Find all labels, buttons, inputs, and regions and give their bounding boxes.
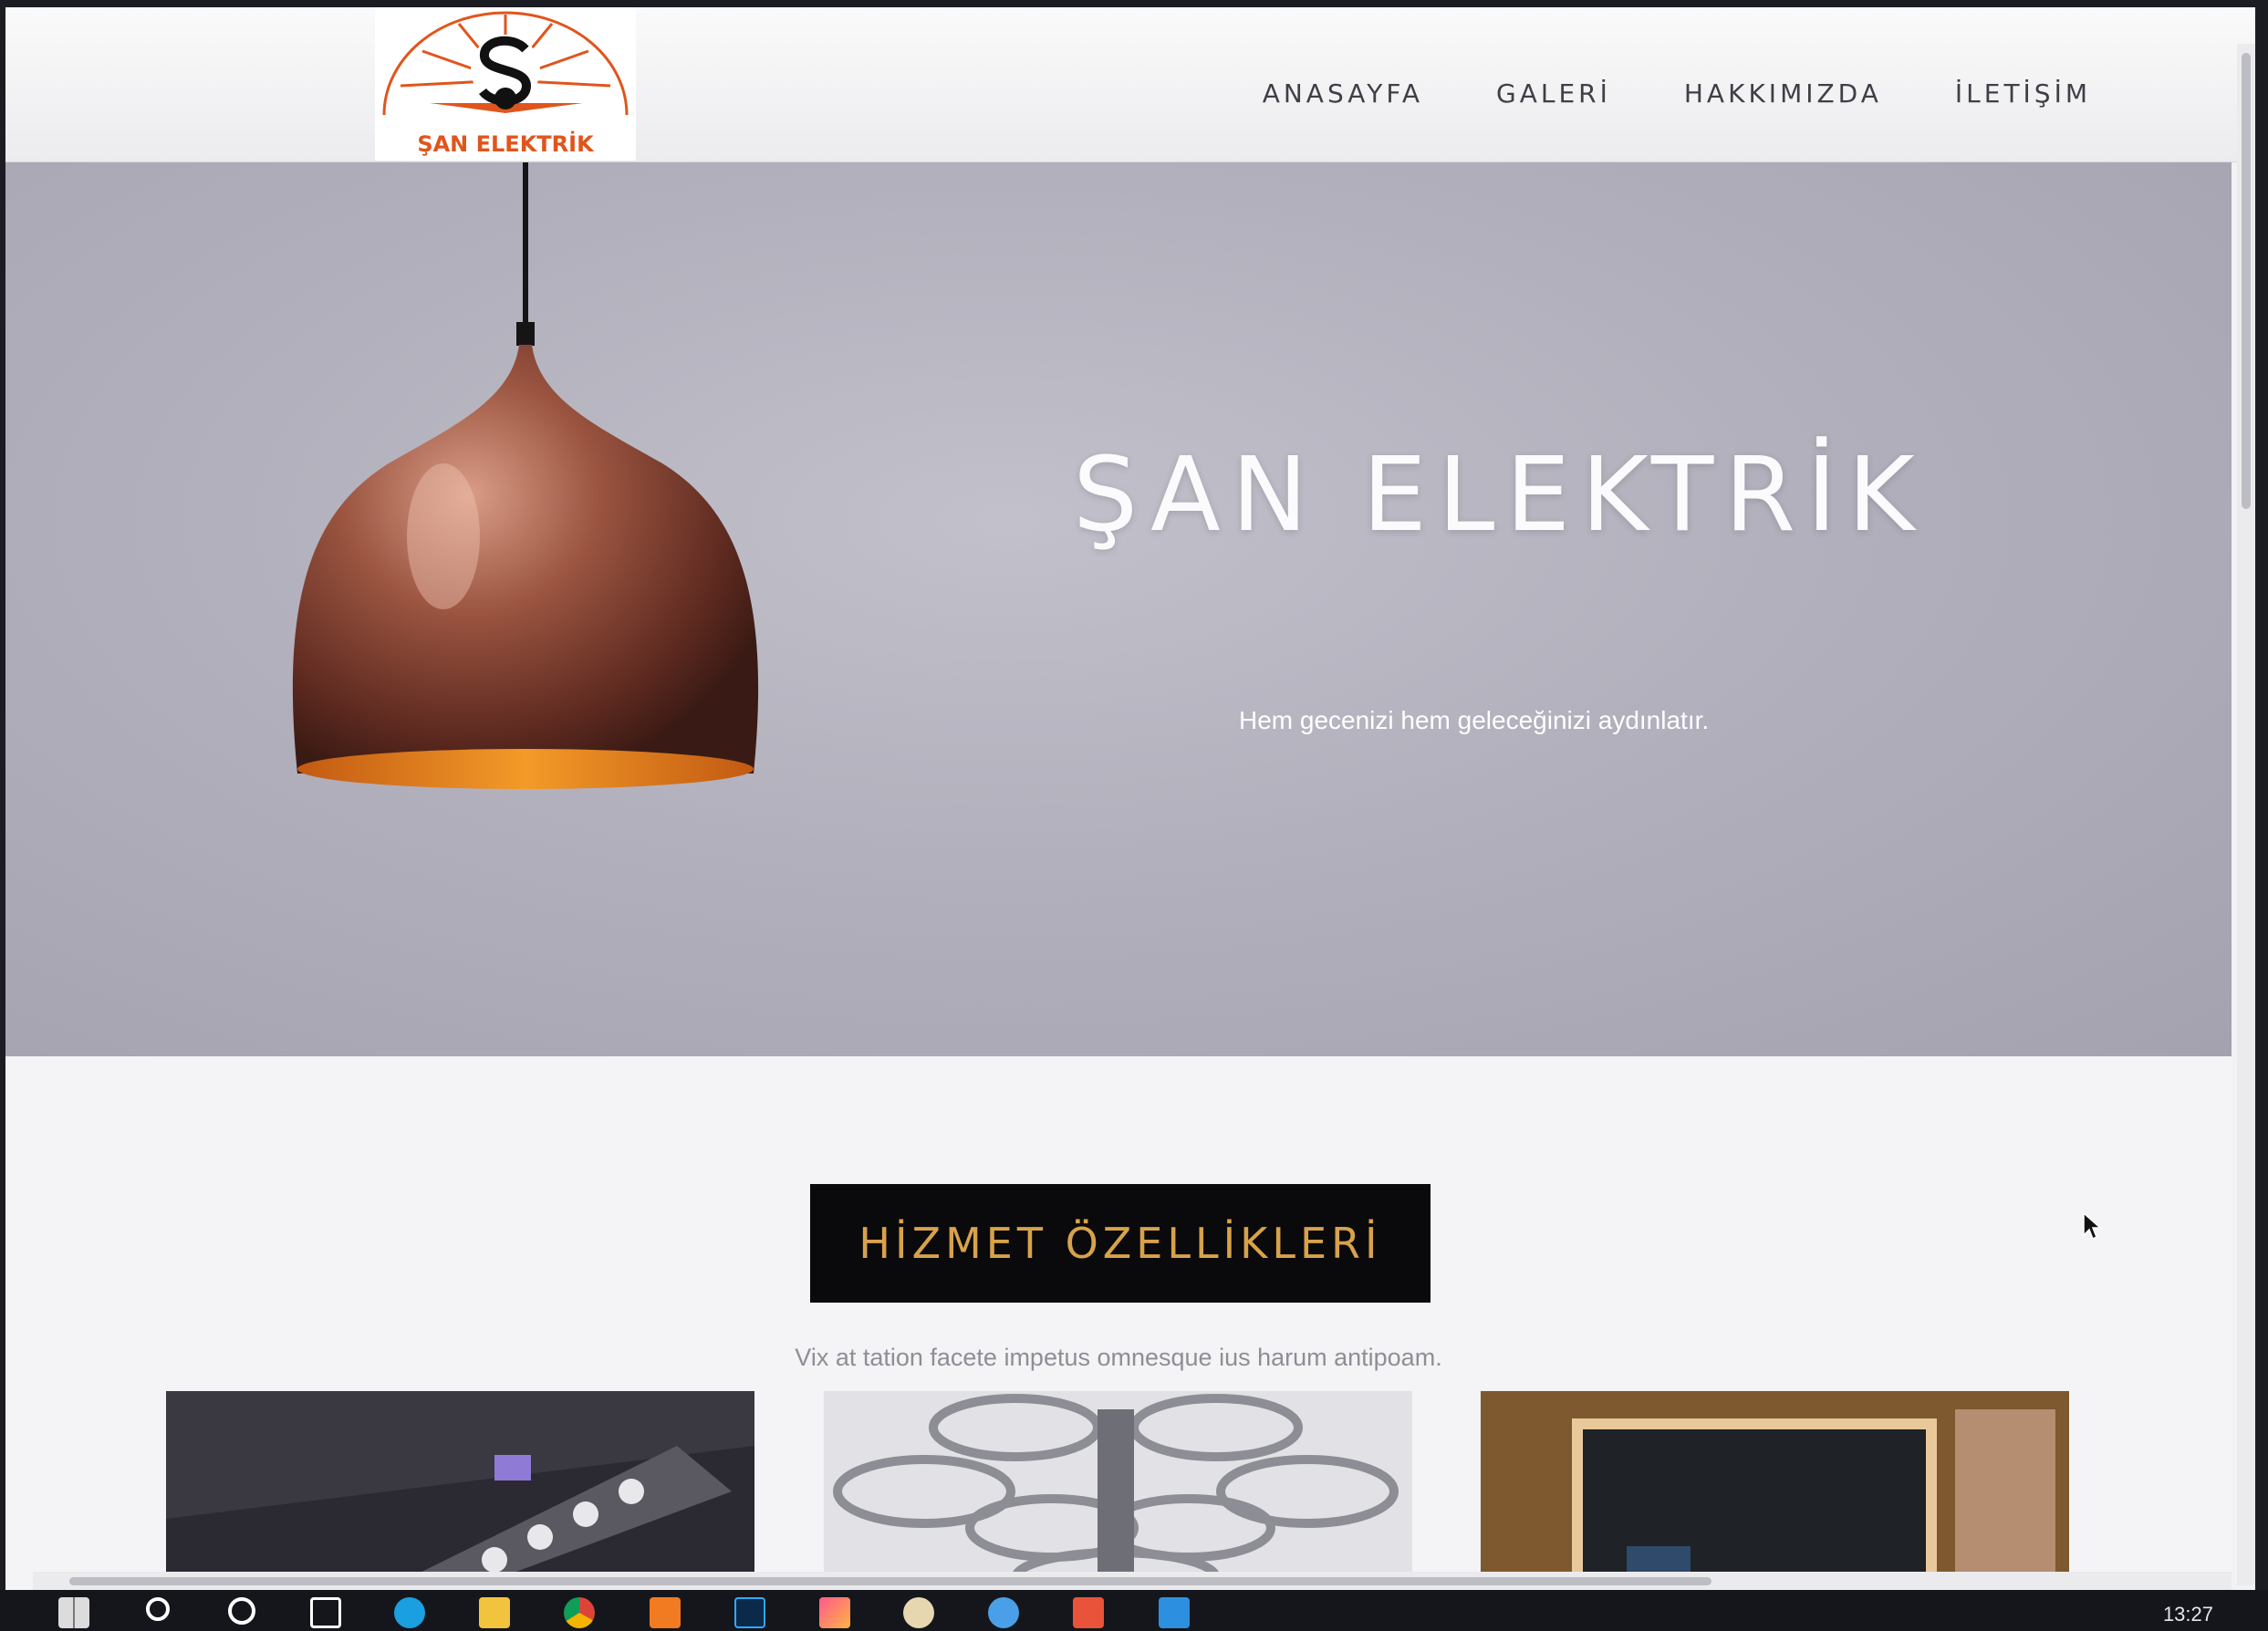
sublime-icon[interactable] <box>650 1597 681 1628</box>
logo-sunburst-icon: ŞAN ELEKTRİK <box>382 11 629 157</box>
browser-window: ŞAN ELEKTRİK ANASAYFA GALERİ HAKKIMIZDA … <box>5 7 2255 1590</box>
pendant-lamp-image <box>292 162 759 789</box>
horizontal-scrollbar[interactable] <box>33 1572 2232 1590</box>
services-section: HİZMET ÖZELLİKLERİ Vix at tation facete … <box>5 1056 2232 1590</box>
hero-subtitle: Hem gecenizi hem geleceğinizi aydınlatır… <box>1239 706 1710 734</box>
nav-iletisim[interactable]: İLETİŞİM <box>1955 78 2091 109</box>
store-icon[interactable] <box>1073 1597 1104 1628</box>
service-card-chandelier[interactable] <box>824 1391 1412 1590</box>
hero-banner: ŞAN ELEKTRİK Hem gecenizi hem geleceğini… <box>5 162 2232 1056</box>
main-nav: ANASAYFA GALERİ HAKKIMIZDA İLETİŞİM <box>1263 78 2091 109</box>
edge-icon[interactable] <box>394 1597 425 1628</box>
services-heading: HİZMET ÖZELLİKLERİ <box>810 1184 1431 1303</box>
chrome-icon[interactable] <box>564 1597 595 1628</box>
vertical-scroll-thumb[interactable] <box>2242 53 2251 509</box>
task-view-icon[interactable] <box>310 1597 341 1628</box>
nav-hakkimizda[interactable]: HAKKIMIZDA <box>1684 78 1882 109</box>
chandelier-image <box>824 1391 1412 1590</box>
screen: ŞAN ELEKTRİK ANASAYFA GALERİ HAKKIMIZDA … <box>0 0 2268 1631</box>
photos-icon[interactable] <box>1159 1597 1190 1628</box>
file-explorer-icon[interactable] <box>479 1597 510 1628</box>
mouse-cursor-icon <box>2083 1211 2102 1241</box>
vertical-scrollbar[interactable] <box>2237 44 2255 1585</box>
windows-start-icon[interactable] <box>58 1597 89 1628</box>
cortana-icon[interactable] <box>228 1597 255 1625</box>
hero-title: ŞAN ELEKTRİK <box>1073 436 1926 555</box>
taskbar: 13:27 <box>0 1590 2268 1631</box>
photoshop-icon[interactable] <box>734 1597 765 1628</box>
services-heading-text: HİZMET ÖZELLİKLERİ <box>858 1219 1382 1268</box>
mirror-lighting-image <box>1481 1391 2069 1590</box>
nav-galeri[interactable]: GALERİ <box>1496 78 1611 109</box>
service-card-mirror[interactable] <box>1481 1391 2069 1590</box>
horizontal-scroll-thumb[interactable] <box>69 1577 1711 1585</box>
taskbar-clock[interactable]: 13:27 <box>2163 1603 2213 1626</box>
app-icon[interactable] <box>988 1597 1019 1628</box>
services-description: Vix at tation facete impetus omnesque iu… <box>795 1344 1442 1371</box>
led-bar-image <box>166 1391 754 1590</box>
paint-icon[interactable] <box>819 1597 850 1628</box>
search-icon[interactable] <box>146 1597 170 1621</box>
site-logo[interactable]: ŞAN ELEKTRİK <box>375 7 636 161</box>
nav-anasayfa[interactable]: ANASAYFA <box>1263 78 1423 109</box>
palette-icon[interactable] <box>903 1597 934 1628</box>
site-header: ŞAN ELEKTRİK ANASAYFA GALERİ HAKKIMIZDA … <box>5 7 2255 162</box>
service-card-led-bar[interactable] <box>166 1391 754 1590</box>
logo-text: ŞAN ELEKTRİK <box>417 130 595 157</box>
